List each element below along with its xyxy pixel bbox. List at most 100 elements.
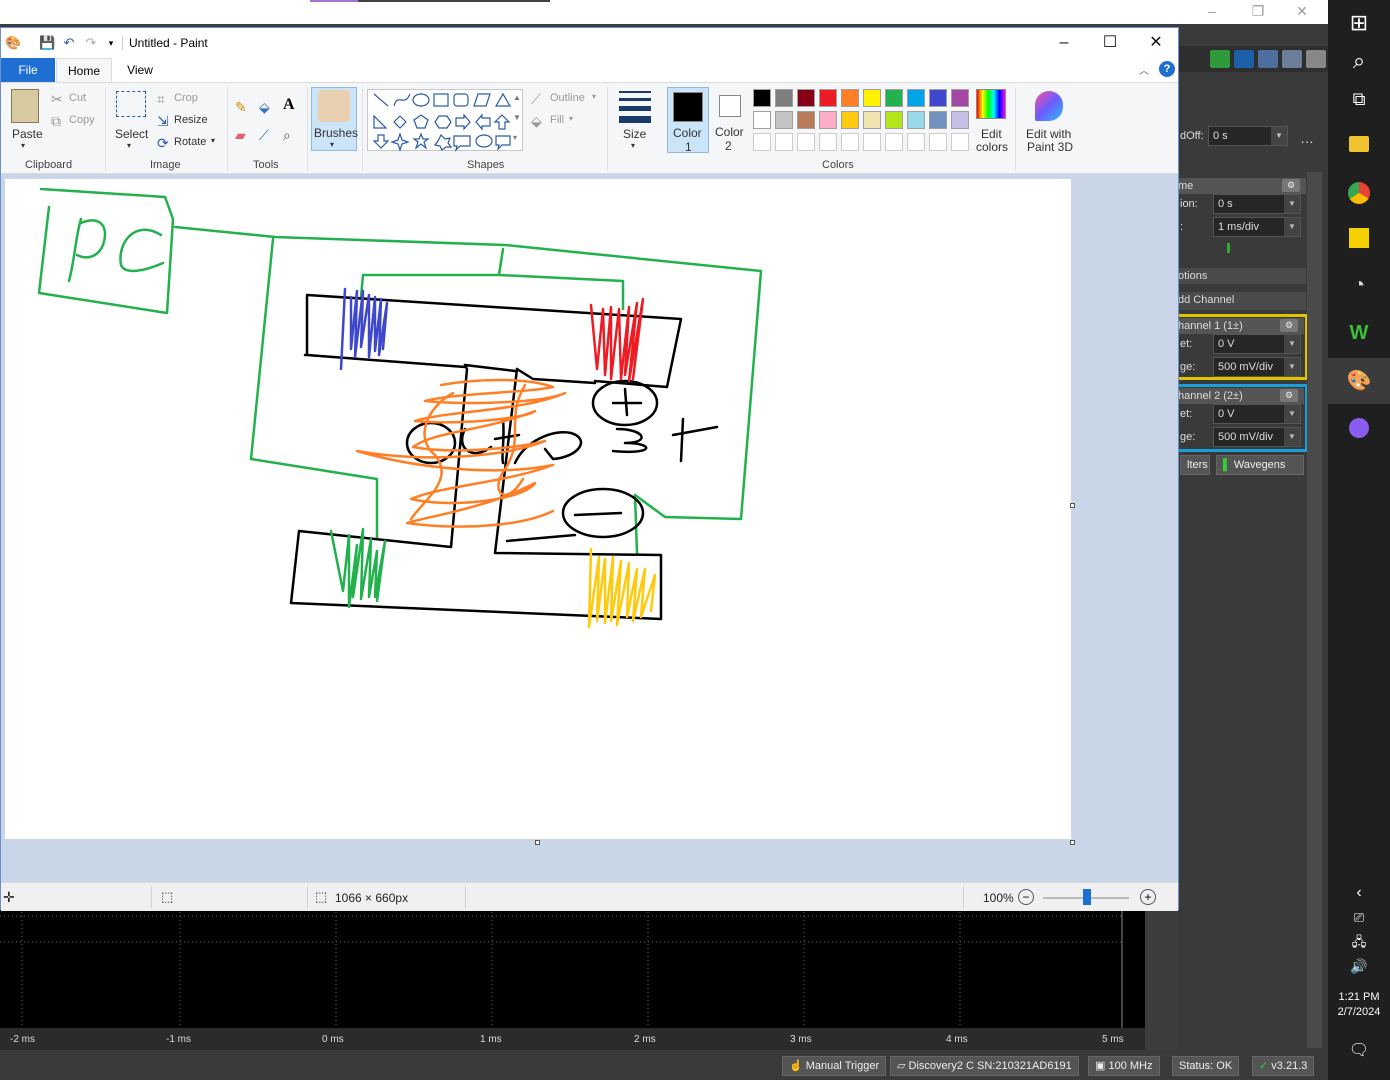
channel-2-header[interactable]: hannel 2 (2±) ⚙ <box>1178 388 1304 404</box>
crop-button[interactable]: Crop <box>174 92 198 104</box>
cut-button[interactable]: Cut <box>69 92 86 104</box>
edit-colors-label[interactable]: Edit <box>981 127 1002 141</box>
tab-view[interactable]: View <box>115 58 165 82</box>
drawing-canvas[interactable] <box>5 179 1071 839</box>
maximize-icon[interactable]: ☐ <box>1087 30 1133 56</box>
palette-swatch[interactable] <box>797 111 815 129</box>
shapes-gallery[interactable] <box>367 89 523 152</box>
add-channel-button[interactable]: dd Channel <box>1178 292 1306 310</box>
ch2-offset-field[interactable]: 0 V ▼ <box>1213 404 1301 424</box>
size-icon[interactable] <box>619 91 651 123</box>
paint-taskbar-icon[interactable]: 🎨 <box>1328 358 1390 404</box>
ch1-range-dropdown-icon[interactable]: ▼ <box>1284 358 1300 376</box>
custom-color-slot[interactable] <box>863 133 881 151</box>
frequency-button[interactable]: ▣ 100 MHz <box>1088 1056 1160 1076</box>
gear-icon[interactable]: ⚙ <box>1282 179 1300 192</box>
more-icon[interactable]: … <box>1300 130 1314 146</box>
palette-swatch[interactable] <box>775 111 793 129</box>
device-button[interactable]: ▱ Discovery2 C SN:210321AD6191 <box>890 1056 1079 1076</box>
customize-qat-icon[interactable]: ▾ <box>103 35 119 51</box>
outline-button[interactable]: Outline <box>550 92 585 104</box>
zoom-out-icon[interactable]: − <box>1018 889 1034 905</box>
pencil-icon[interactable]: ✎ <box>235 99 247 115</box>
custom-color-slot[interactable] <box>775 133 793 151</box>
palette-swatch[interactable] <box>907 111 925 129</box>
task-view-icon[interactable]: ⧉ <box>1328 76 1390 122</box>
shapes-expand-icon[interactable]: ▾ <box>513 133 517 142</box>
custom-color-slot[interactable] <box>885 133 903 151</box>
paste-icon[interactable] <box>11 89 39 123</box>
rotate-button[interactable]: Rotate <box>174 136 206 148</box>
offset-field[interactable]: 0 s ▼ <box>1208 126 1288 146</box>
github-icon[interactable] <box>1328 406 1390 452</box>
paint3d-label[interactable]: Edit with <box>1026 127 1071 141</box>
scope-scrollbar[interactable] <box>1307 172 1322 1048</box>
paint3d-icon[interactable] <box>1035 91 1063 121</box>
palette-swatch[interactable] <box>907 89 925 107</box>
filters-tab[interactable]: lters <box>1180 455 1210 475</box>
manual-trigger-button[interactable]: ☝ Manual Trigger <box>782 1056 887 1076</box>
channel-1-header[interactable]: hannel 1 (1±) ⚙ <box>1178 318 1304 334</box>
save-icon[interactable]: 💾 <box>39 35 55 51</box>
paint3d-label-2[interactable]: Paint 3D <box>1027 140 1073 154</box>
paste-button[interactable]: Paste <box>12 127 43 141</box>
palette-swatch[interactable] <box>863 111 881 129</box>
eraser-icon[interactable]: ▰ <box>235 127 246 143</box>
shapes-scroll-down-icon[interactable]: ▼ <box>513 113 521 122</box>
palette-swatch[interactable] <box>951 111 969 129</box>
version-button[interactable]: ✓ v3.21.3 <box>1252 1056 1315 1076</box>
palette-swatch[interactable] <box>841 89 859 107</box>
taskbar-clock[interactable]: 1:21 PM 2/7/2024 <box>1328 990 1390 1020</box>
stop-icon[interactable] <box>1234 50 1254 68</box>
bg-close-icon[interactable]: ✕ <box>1292 2 1312 20</box>
windows-icon[interactable] <box>1258 50 1278 68</box>
brushes-button[interactable]: Brushes ▾ <box>311 87 358 151</box>
ch1-range-field[interactable]: 500 mV/div ▼ <box>1213 357 1301 377</box>
palette-swatch[interactable] <box>929 111 947 129</box>
magnifier-icon[interactable]: ⌕ <box>283 127 291 143</box>
ch2-range-dropdown-icon[interactable]: ▼ <box>1284 428 1300 446</box>
palette-swatch[interactable] <box>819 89 837 107</box>
fill-button[interactable]: Fill <box>550 114 564 126</box>
status-button[interactable]: Status: OK <box>1172 1056 1240 1076</box>
recorder-icon[interactable]: ◔ <box>1328 262 1390 308</box>
options-header[interactable]: otions <box>1178 268 1306 284</box>
resize-handle-corner[interactable] <box>1070 840 1075 845</box>
paint-app-icon[interactable]: 🎨 <box>5 35 21 51</box>
file-explorer-icon[interactable] <box>1328 122 1390 168</box>
redo-icon[interactable]: ↷ <box>83 35 99 51</box>
color2-button[interactable]: Color 2 <box>715 87 745 153</box>
waveforms-icon[interactable]: W <box>1328 310 1390 356</box>
notifications-icon[interactable]: 🗨 <box>1328 1028 1390 1074</box>
fill-dropdown-icon[interactable]: ▾ <box>569 114 573 123</box>
base-dropdown-icon[interactable]: ▼ <box>1284 218 1300 236</box>
tab-home[interactable]: Home <box>56 58 112 82</box>
custom-color-slot[interactable] <box>841 133 859 151</box>
time-slider-handle[interactable] <box>1227 243 1230 253</box>
ch2-offset-dropdown-icon[interactable]: ▼ <box>1284 405 1300 423</box>
select-icon[interactable] <box>116 91 146 117</box>
base-field[interactable]: 1 ms/div ▼ <box>1213 217 1301 237</box>
run-icon[interactable] <box>1210 50 1230 68</box>
size-dropdown-icon[interactable]: ▾ <box>631 141 635 150</box>
palette-swatch[interactable] <box>753 89 771 107</box>
resize-button[interactable]: Resize <box>174 114 208 126</box>
palette-swatch[interactable] <box>863 89 881 107</box>
palette-swatch[interactable] <box>775 89 793 107</box>
zoom-in-icon[interactable]: + <box>1140 889 1156 905</box>
fill-bucket-icon[interactable]: ⬙ <box>259 99 270 115</box>
edit-colors-label-2[interactable]: colors <box>976 140 1008 154</box>
custom-color-slot[interactable] <box>753 133 771 151</box>
settings-icon[interactable] <box>1306 50 1326 68</box>
bg-minimize-icon[interactable]: – <box>1202 2 1222 20</box>
palette-swatch[interactable] <box>885 111 903 129</box>
resize-handle-bottom[interactable] <box>535 840 540 845</box>
wavegens-tab[interactable]: ▌ Wavegens <box>1216 455 1304 475</box>
zoom-slider-thumb[interactable] <box>1083 889 1091 905</box>
palette-swatch[interactable] <box>929 89 947 107</box>
offset-dropdown-icon[interactable]: ▼ <box>1271 127 1287 145</box>
custom-color-slot[interactable] <box>951 133 969 151</box>
size-button[interactable]: Size <box>623 127 646 141</box>
volume-icon[interactable]: 🔊 <box>1328 944 1390 990</box>
palette-swatch[interactable] <box>885 89 903 107</box>
